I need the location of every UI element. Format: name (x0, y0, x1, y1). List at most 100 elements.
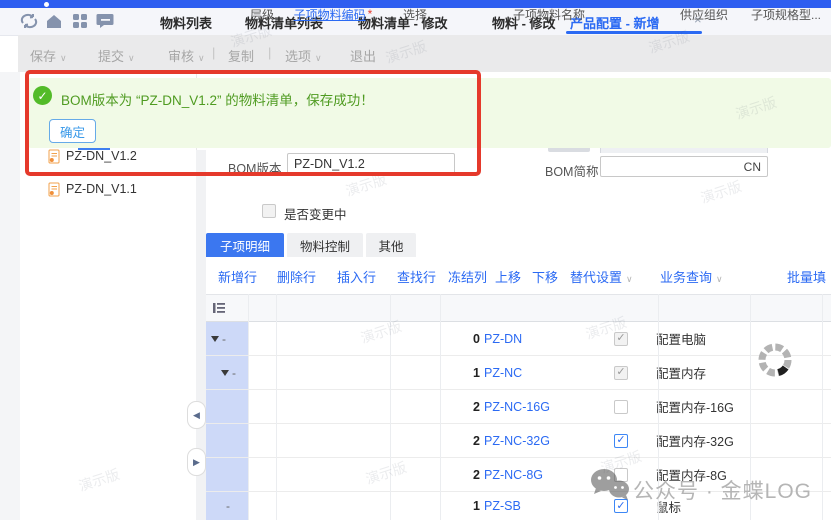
find-row-link[interactable]: 查找行 (397, 267, 436, 286)
row-expander (206, 424, 248, 457)
topbar-dot (44, 2, 49, 7)
loading-spinner-icon (755, 340, 795, 380)
bom-doc-icon (48, 149, 61, 164)
table-row[interactable]: 2 PZ-NC-32G ✓ 配置内存-32G (206, 424, 831, 458)
column-divider (248, 294, 249, 520)
tab-material-list[interactable]: 物料列表 (160, 13, 212, 32)
bom-version-input[interactable]: PZ-DN_V1.2 (287, 153, 455, 174)
code-link[interactable]: PZ-NC-16G (484, 390, 594, 423)
tree-view-icon[interactable] (212, 301, 226, 315)
column-divider (440, 294, 441, 520)
row-checkbox: ✓ (614, 434, 628, 448)
bom-version-value: PZ-DN_V1.2 (294, 157, 365, 171)
row-expander[interactable]: - (206, 322, 248, 355)
row-expander (206, 458, 248, 491)
success-message: BOM版本为 “PZ-DN_V1.2” 的物料清单，保存成功！ (61, 89, 374, 109)
subtab-child-detail[interactable]: 子项明细 (206, 233, 284, 257)
tree-item-label: PZ-DN_V1.2 (66, 149, 137, 163)
grid-header (206, 294, 831, 322)
ok-button[interactable]: 确定 (49, 119, 96, 143)
col-header-select[interactable]: 选择 (390, 0, 440, 28)
exit-button[interactable]: 退出 (350, 46, 376, 65)
select-cell[interactable]: ✓ (596, 356, 646, 389)
table-row[interactable]: - 0 PZ-DN ✓ 配置电脑 A集团 (206, 322, 831, 356)
select-cell[interactable]: ✓ (596, 424, 646, 457)
subtab-material-control[interactable]: 物料控制 (287, 233, 363, 257)
code-link[interactable]: PZ-NC-32G (484, 424, 594, 457)
product-config-window: 物料列表 物料清单列表 物料清单 - 修改 物料 - 修改 产品配置 - 新增 … (0, 0, 831, 520)
code-link[interactable]: PZ-NC (484, 356, 594, 389)
level-cell: 2 (454, 458, 480, 491)
level-cell: 2 (454, 390, 480, 423)
name-cell: 配置内存 (656, 356, 831, 389)
sync-icon[interactable] (20, 13, 38, 29)
row-checkbox: ✓ (614, 366, 628, 380)
row-expander[interactable]: - (206, 356, 248, 389)
code-link[interactable]: PZ-SB (484, 492, 594, 520)
wechat-icon (590, 468, 630, 502)
col-header-org[interactable]: 供应组织 (658, 0, 750, 28)
language-badge: CN (744, 160, 761, 174)
col-header-level[interactable]: 层级 (248, 0, 276, 28)
substitute-menu[interactable]: 替代设置∨ (570, 267, 633, 286)
name-cell: 配置电脑 (656, 322, 831, 355)
row-expander[interactable]: - (206, 492, 248, 520)
table-row[interactable]: 2 PZ-NC-16G 配置内存-16G (206, 390, 831, 424)
left-rail (0, 72, 21, 520)
freeze-col-link[interactable]: 冻结列 (448, 267, 487, 286)
code-link[interactable]: PZ-DN (484, 322, 594, 355)
col-header-code[interactable]: 子项物料编码* (276, 0, 390, 28)
bom-short-label: BOM简称 (545, 161, 598, 180)
select-cell[interactable]: ✓ (596, 322, 646, 355)
batch-fill-link[interactable]: 批量填 (787, 267, 826, 286)
copy-button[interactable]: 复制 (228, 46, 254, 65)
level-cell: 0 (454, 322, 480, 355)
row-checkbox: ✓ (614, 332, 628, 346)
code-link[interactable]: PZ-NC-8G (484, 458, 594, 491)
select-cell[interactable] (596, 390, 646, 423)
message-icon[interactable] (96, 13, 114, 29)
col-header-spec[interactable]: 子项规格型... (750, 0, 822, 28)
add-row-link[interactable]: 新增行 (218, 267, 257, 286)
column-divider (390, 294, 391, 520)
row-checkbox (614, 400, 628, 414)
changing-checkbox-label: 是否变更中 (284, 204, 347, 223)
row-expander (206, 390, 248, 423)
level-cell: 2 (454, 424, 480, 457)
grid-icon[interactable] (71, 13, 89, 29)
toolbar-separator: | (268, 45, 271, 60)
level-cell: 1 (454, 356, 480, 389)
audit-button[interactable]: 审核∨ (168, 46, 205, 65)
wechat-watermark-text: 公众号 · 金蝶LOG (633, 475, 812, 505)
name-cell: 配置内存-16G (656, 390, 831, 423)
bom-short-input[interactable]: CN (600, 156, 768, 177)
column-divider (822, 294, 823, 520)
save-button[interactable]: 保存∨ (30, 46, 67, 65)
home-icon[interactable] (45, 13, 63, 29)
column-divider (276, 294, 277, 520)
collapse-left-handle[interactable]: ◀ (187, 401, 206, 429)
biz-query-menu[interactable]: 业务查询∨ (660, 267, 723, 286)
insert-row-link[interactable]: 插入行 (337, 267, 376, 286)
move-up-link[interactable]: 上移 (495, 267, 521, 286)
tree-item-v11[interactable]: PZ-DN_V1.1 (48, 180, 137, 198)
required-mark: * (368, 7, 373, 21)
subtab-other[interactable]: 其他 (366, 233, 416, 257)
col-header-name[interactable]: 子项物料名称 (440, 0, 658, 28)
move-down-link[interactable]: 下移 (532, 267, 558, 286)
tree-item-v12[interactable]: PZ-DN_V1.2 (48, 147, 137, 165)
submit-button[interactable]: 提交∨ (98, 46, 135, 65)
active-tab-underline (566, 31, 702, 34)
level-cell: 1 (454, 492, 480, 520)
name-cell: 配置内存-32G (656, 424, 831, 457)
tree-item-label: PZ-DN_V1.1 (66, 182, 137, 196)
changing-checkbox[interactable] (262, 204, 276, 218)
toolbar (18, 35, 831, 72)
options-button[interactable]: 选项∨ (285, 46, 322, 65)
demo-watermark: 演示版 (698, 176, 744, 208)
toolbar-separator: | (212, 45, 215, 60)
delete-row-link[interactable]: 删除行 (277, 267, 316, 286)
table-row[interactable]: - 1 PZ-NC ✓ 配置内存 (206, 356, 831, 390)
collapse-right-handle[interactable]: ▶ (187, 448, 206, 476)
bom-doc-icon (48, 182, 61, 197)
